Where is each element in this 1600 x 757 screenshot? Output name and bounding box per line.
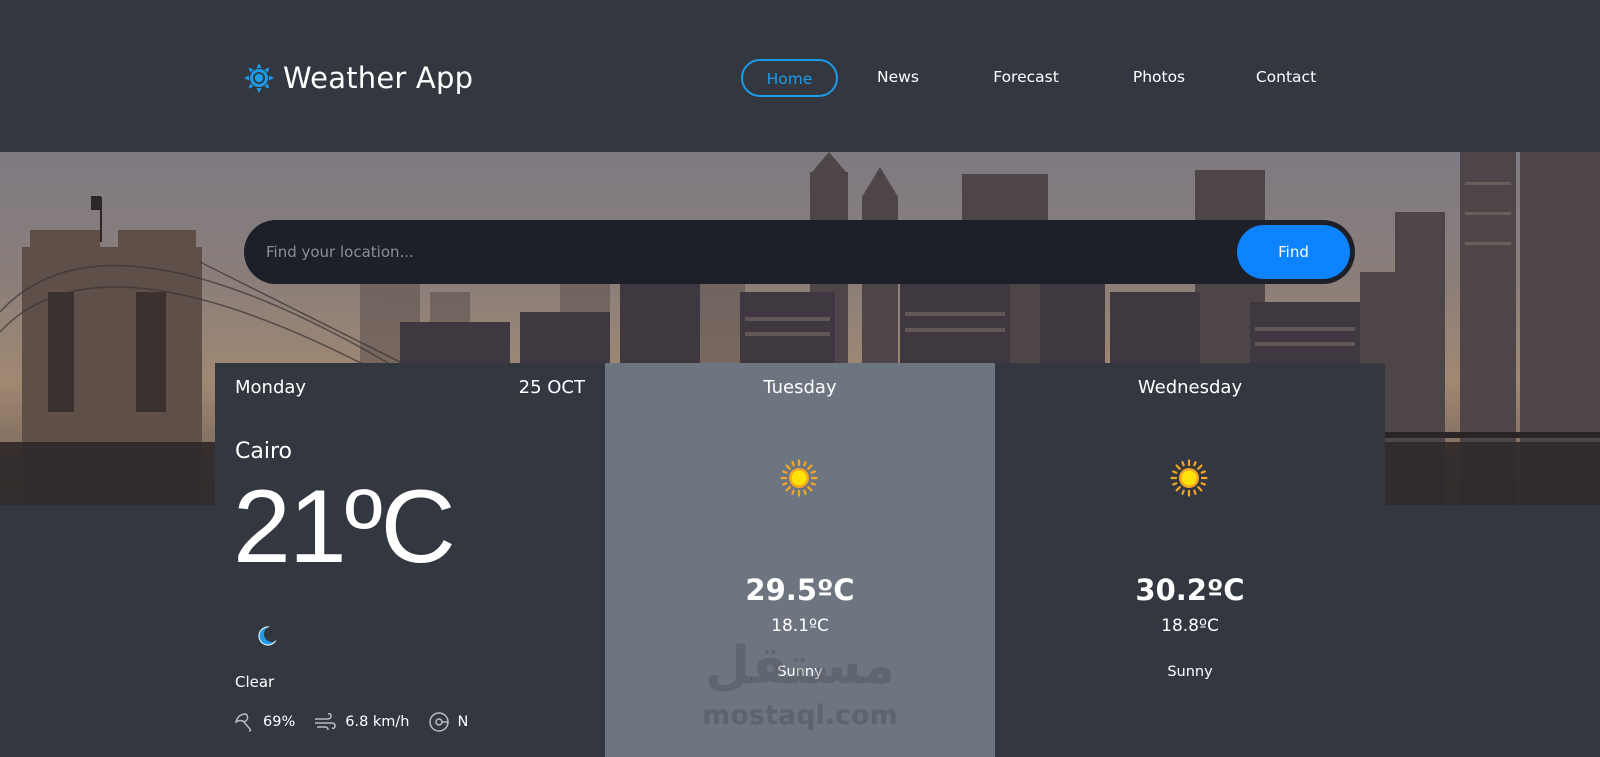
humidity-stat: 69%: [233, 711, 295, 733]
nav-forecast[interactable]: Forecast: [989, 59, 1063, 97]
weather-stats: 69% 6.8 km/h N: [233, 711, 486, 733]
sun-icon: [1170, 459, 1208, 497]
date: 25 OCT: [518, 377, 585, 398]
logo[interactable]: Weather App: [243, 58, 473, 98]
forecast-card-today: Monday 25 OCT Cairo 21ºC Clear 69% 6.8 k…: [215, 363, 605, 757]
wind-speed-stat: 6.8 km/h: [313, 711, 410, 733]
wind-speed-value: 6.8 km/h: [345, 714, 410, 730]
max-temperature: 30.2ºC: [1135, 573, 1245, 607]
day-name: Wednesday: [1137, 377, 1243, 398]
humidity-value: 69%: [263, 714, 296, 730]
condition-text: Sunny: [777, 664, 823, 680]
day-name: Monday: [235, 377, 307, 398]
search-input[interactable]: [266, 220, 1246, 284]
city-name: Cairo: [235, 439, 292, 464]
day-name: Tuesday: [763, 377, 837, 398]
umbrella-icon: [234, 713, 252, 732]
nav-news[interactable]: News: [869, 59, 927, 97]
search-bar: Find: [244, 220, 1355, 284]
nav-contact[interactable]: Contact: [1250, 59, 1322, 97]
wind-icon: [315, 713, 336, 731]
wind-direction-value: N: [457, 714, 469, 730]
nav-home[interactable]: Home: [741, 59, 838, 97]
max-temperature: 29.5ºC: [745, 573, 855, 607]
forecast-card-wednesday: Wednesday 30.2ºC 18.8ºC Sunny: [995, 363, 1385, 757]
condition-text: Clear: [235, 673, 275, 691]
app-title: Weather App: [283, 61, 474, 95]
moon-icon: [258, 626, 279, 646]
forecast-card-tuesday: Tuesday 29.5ºC 18.1ºC Sunny: [605, 363, 995, 757]
current-temperature: 21ºC: [233, 469, 456, 585]
sun-icon: [780, 459, 818, 497]
wind-direction-stat: N: [428, 711, 469, 733]
nav-photos[interactable]: Photos: [1123, 59, 1195, 97]
condition-text: Sunny: [1167, 664, 1213, 680]
site-header: Weather App Home News Forecast Photos Co…: [0, 0, 1600, 152]
sun-gear-icon: [244, 63, 274, 93]
min-temperature: 18.1ºC: [771, 616, 829, 636]
min-temperature: 18.8ºC: [1161, 616, 1219, 636]
compass-icon: [428, 712, 449, 732]
find-button[interactable]: Find: [1237, 225, 1350, 279]
